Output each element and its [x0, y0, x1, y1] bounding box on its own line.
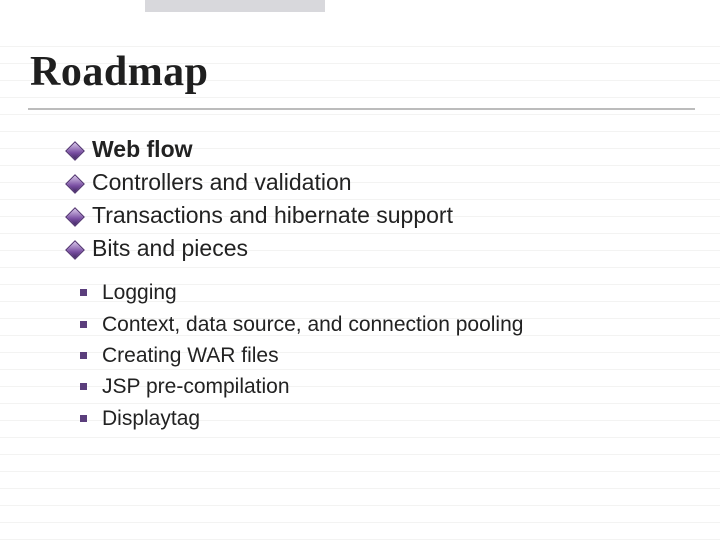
sub-bullet-item: Displaytag — [80, 404, 690, 433]
sub-bullet-item: Creating WAR files — [80, 341, 690, 370]
sub-bullet-text: Displaytag — [102, 407, 200, 430]
bullet-text: Bits and pieces — [92, 235, 248, 261]
sub-bullet-text: Context, data source, and connection poo… — [102, 313, 523, 336]
bullet-text: Controllers and validation — [92, 169, 352, 195]
slide-body: Roadmap Web flow Controllers and validat… — [0, 0, 720, 433]
sub-bullet-list: Logging Context, data source, and connec… — [80, 278, 690, 433]
sub-bullet-item: Logging — [80, 278, 690, 307]
slide-title: Roadmap — [30, 48, 690, 96]
bullet-text: Web flow — [92, 136, 193, 162]
bullet-item: Bits and pieces — [68, 233, 690, 264]
sub-bullet-text: JSP pre-compilation — [102, 375, 290, 398]
sub-bullet-item: Context, data source, and connection poo… — [80, 310, 690, 339]
bullet-text: Transactions and hibernate support — [92, 202, 453, 228]
bullet-item: Transactions and hibernate support — [68, 200, 690, 231]
bullet-item: Controllers and validation — [68, 167, 690, 198]
title-underline — [28, 108, 695, 110]
sub-bullet-item: JSP pre-compilation — [80, 372, 690, 401]
sub-bullet-text: Logging — [102, 281, 177, 304]
main-bullet-list: Web flow Controllers and validation Tran… — [68, 134, 690, 264]
sub-bullet-text: Creating WAR files — [102, 344, 279, 367]
bullet-item: Web flow — [68, 134, 690, 165]
